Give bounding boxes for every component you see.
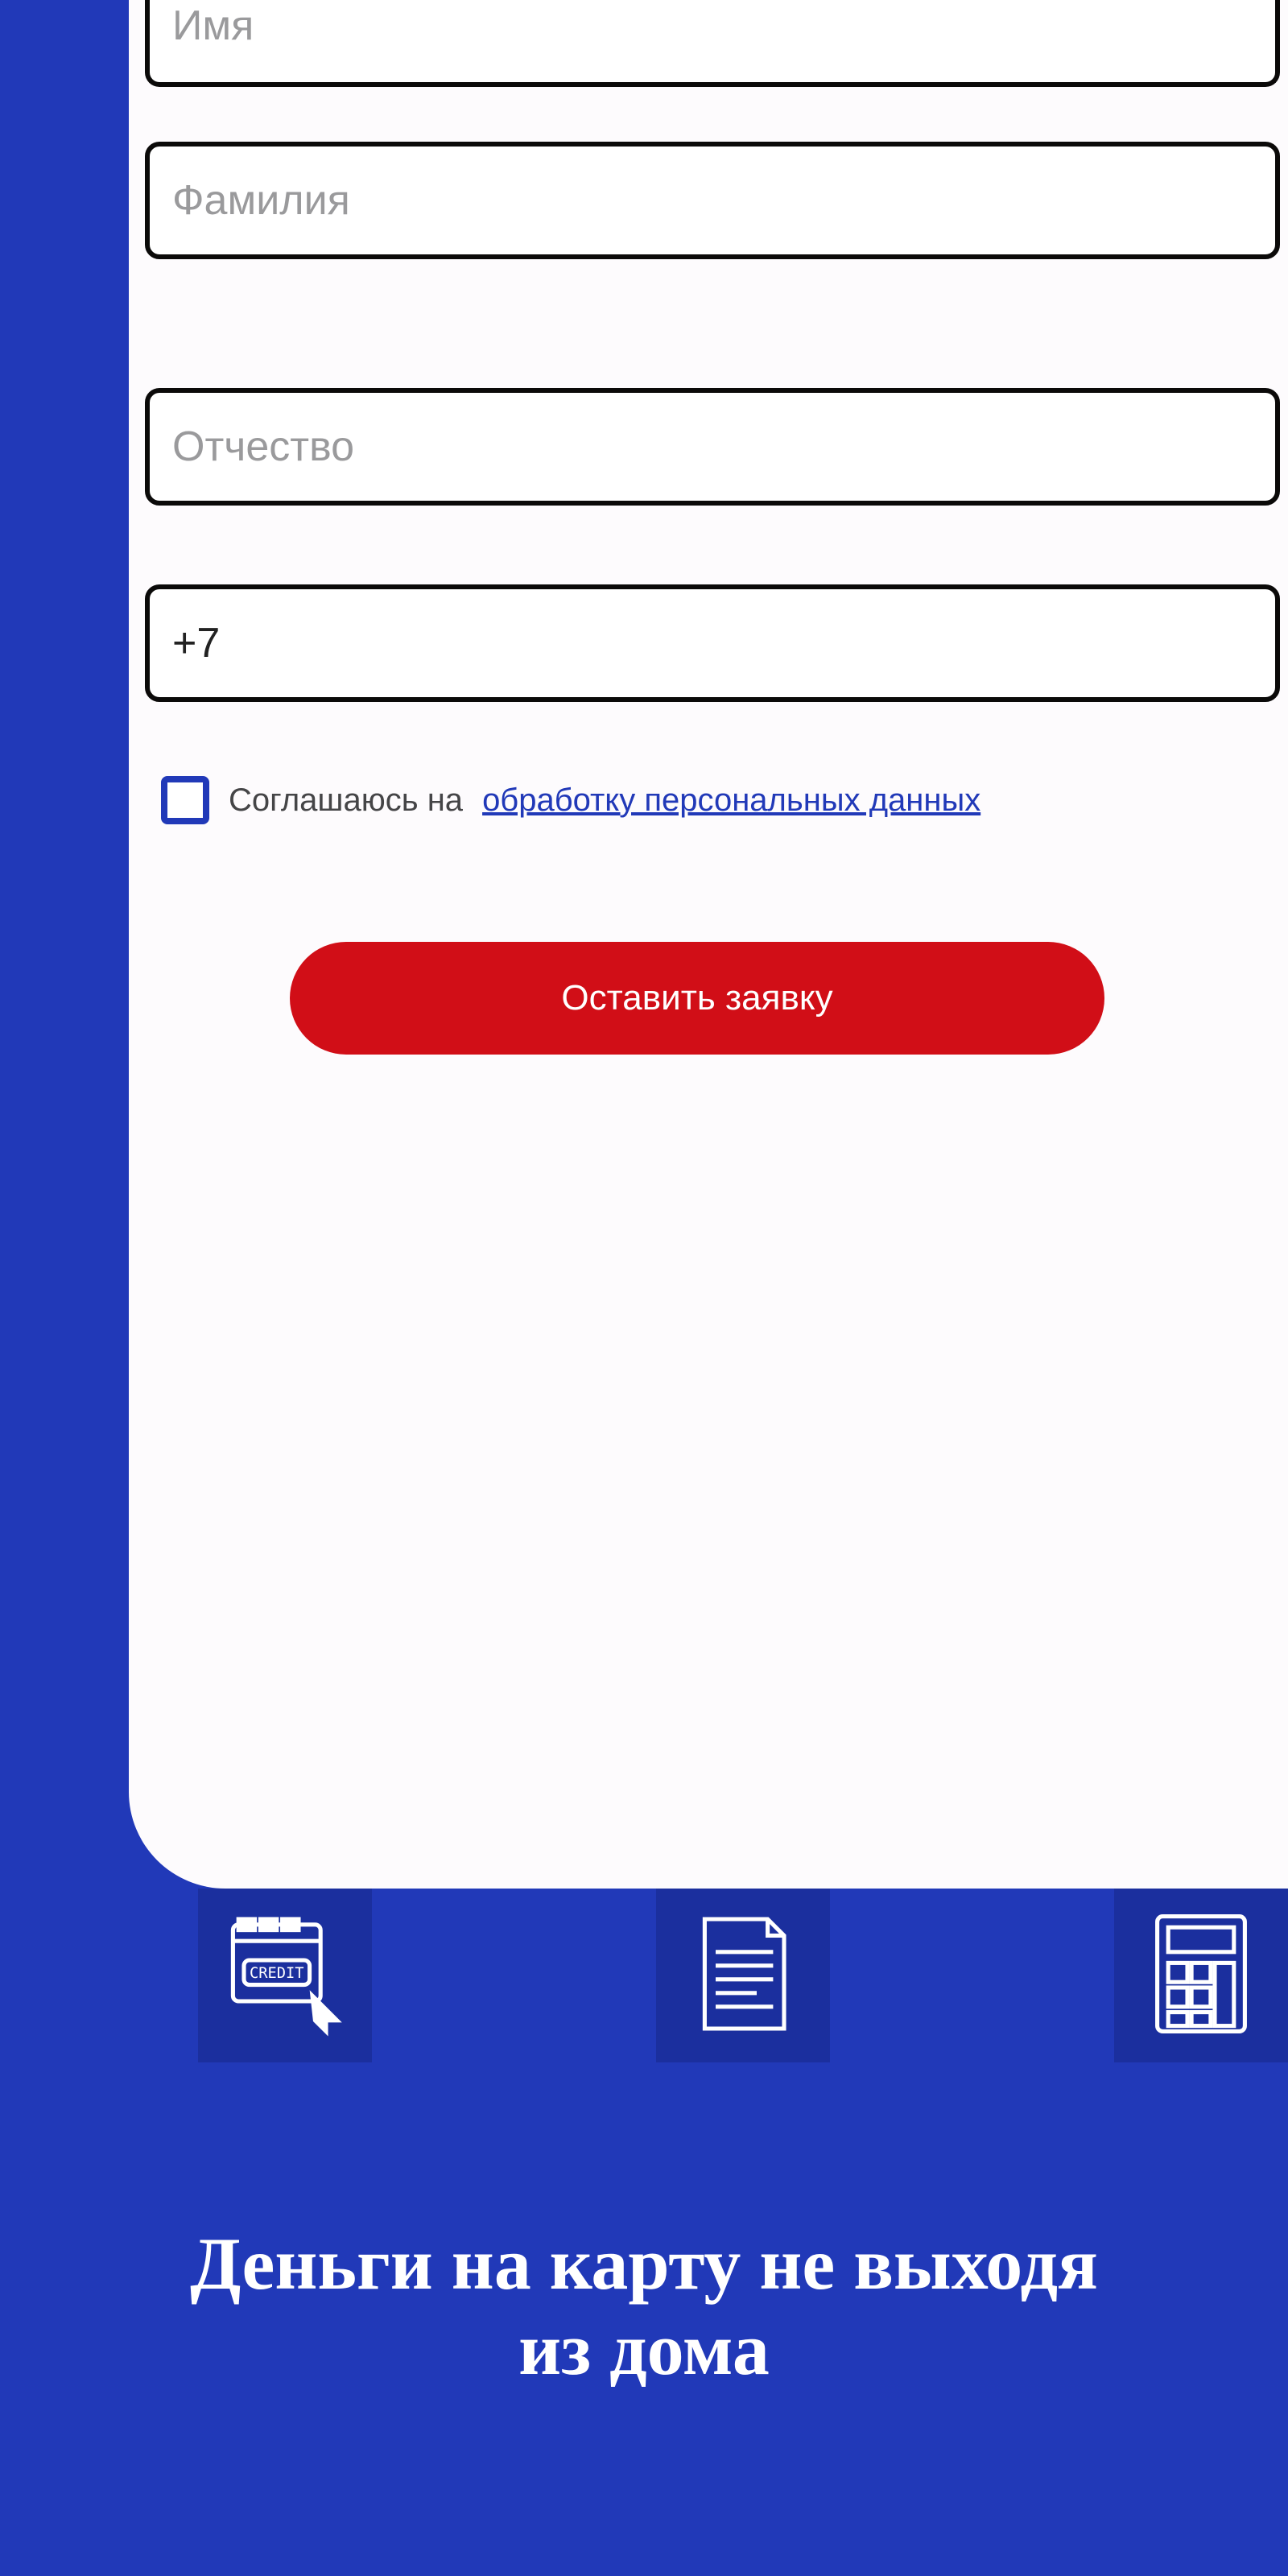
consent-text: Соглашаюсь на: [229, 782, 463, 819]
svg-text:CREDIT: CREDIT: [250, 1965, 304, 1982]
consent-checkbox[interactable]: [161, 776, 209, 824]
headline: Деньги на карту не выходя из дома: [0, 2222, 1288, 2392]
nav-item-document[interactable]: [656, 1889, 830, 2062]
first-name-input[interactable]: [145, 0, 1280, 87]
phone-input[interactable]: [145, 584, 1280, 702]
application-form-panel: Соглашаюсь на обработку персональных дан…: [129, 0, 1288, 1889]
patronymic-input[interactable]: [145, 388, 1280, 506]
surname-input[interactable]: [145, 142, 1280, 259]
bottom-nav: CREDIT: [198, 1889, 1288, 2062]
submit-button[interactable]: Оставить заявку: [290, 942, 1104, 1055]
document-icon: [675, 1905, 811, 2046]
credit-icon: CREDIT: [217, 1905, 353, 2046]
consent-link[interactable]: обработку персональных данных: [482, 782, 980, 819]
calculator-icon: [1133, 1905, 1269, 2046]
consent-row: Соглашаюсь на обработку персональных дан…: [161, 776, 980, 824]
nav-item-calculator[interactable]: [1114, 1889, 1288, 2062]
nav-item-credit[interactable]: CREDIT: [198, 1889, 372, 2062]
